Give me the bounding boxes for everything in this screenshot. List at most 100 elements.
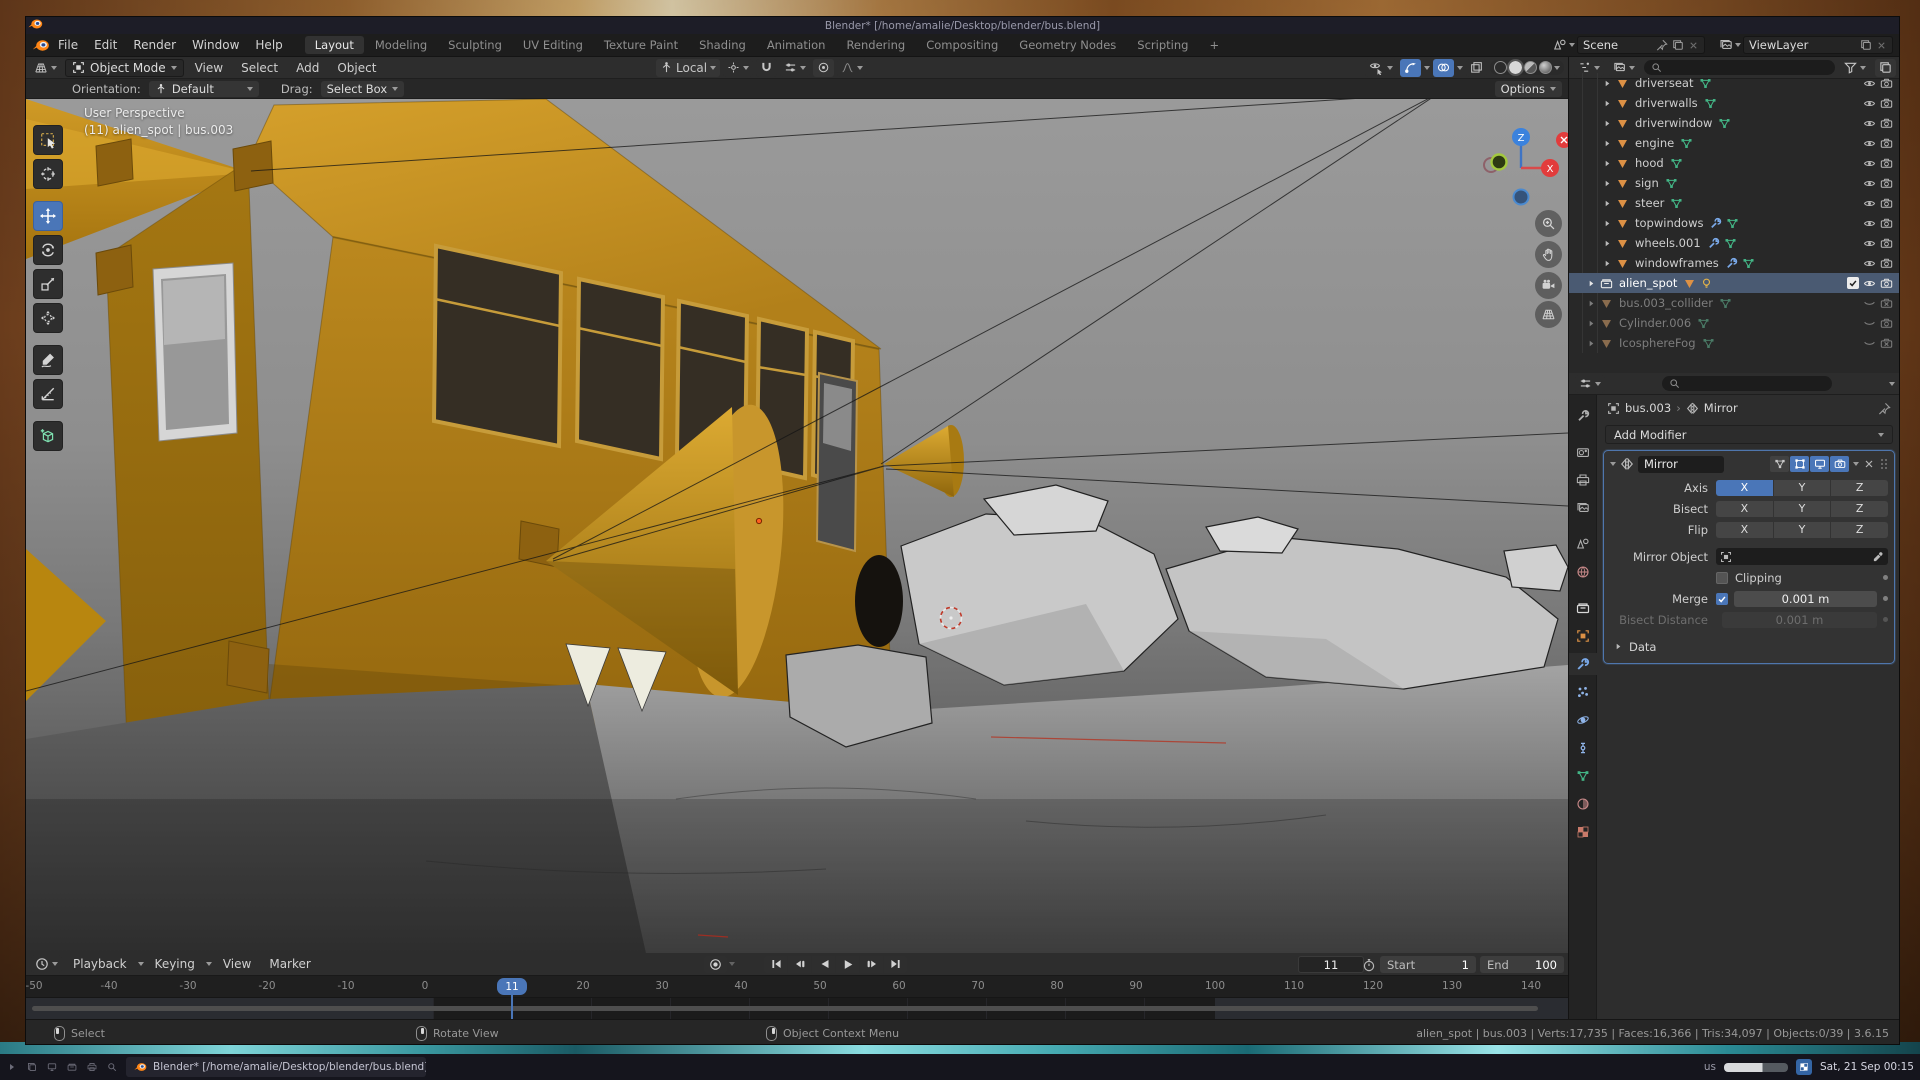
timeline-ruler[interactable]: -50 -40 -30 -20 -10 0 20 30 40 50 60 70 … <box>26 976 1568 998</box>
expand-icon[interactable] <box>1603 199 1612 208</box>
scene-name-field[interactable]: Scene <box>1577 36 1705 54</box>
menu-object[interactable]: Object <box>330 61 383 75</box>
tool-scale[interactable] <box>33 269 63 299</box>
bisect-x-button[interactable]: X <box>1716 501 1773 517</box>
breadcrumb-modifier[interactable]: Mirror <box>1704 401 1738 415</box>
transform-orientation-dropdown[interactable]: Local <box>656 59 720 77</box>
realtime-toggle[interactable] <box>1810 456 1829 472</box>
camera-disabled-icon[interactable] <box>1880 337 1893 350</box>
pivot-point-dropdown[interactable] <box>723 59 753 77</box>
tab-material[interactable] <box>1569 793 1597 815</box>
expand-icon[interactable] <box>1603 99 1612 108</box>
tab-scene[interactable] <box>1569 533 1597 555</box>
show-gizmo-visibility-dropdown[interactable] <box>1365 59 1397 77</box>
jump-to-end-button[interactable] <box>884 956 907 973</box>
outliner-item-driverwalls[interactable]: driverwalls <box>1569 93 1900 113</box>
system-slider[interactable] <box>1724 1063 1788 1072</box>
taskbar-app-icon[interactable] <box>86 1061 98 1073</box>
tool-measure[interactable] <box>33 379 63 409</box>
properties-search-input[interactable] <box>1662 376 1832 391</box>
axis-z-button[interactable]: Z <box>1831 480 1888 496</box>
menu-select[interactable]: Select <box>234 61 285 75</box>
outliner-item-icospherefog[interactable]: IcosphereFog <box>1569 333 1900 353</box>
axis-neg-z-ball[interactable] <box>1514 190 1529 205</box>
tab-world[interactable] <box>1569 561 1597 583</box>
expand-icon[interactable] <box>1603 119 1612 128</box>
scene-icon[interactable] <box>1553 38 1567 52</box>
outliner-item-wheels-001[interactable]: wheels.001 <box>1569 233 1900 253</box>
close-icon[interactable] <box>1863 458 1875 470</box>
flip-y-button[interactable]: Y <box>1774 522 1831 538</box>
tool-transform[interactable] <box>33 303 63 333</box>
taskbar-app-icon[interactable] <box>46 1061 58 1073</box>
animate-dot[interactable] <box>1883 617 1888 622</box>
eye-closed-icon[interactable] <box>1863 297 1876 310</box>
clipping-checkbox[interactable] <box>1716 572 1728 584</box>
shading-wireframe-button[interactable] <box>1494 61 1507 74</box>
outliner-item-engine[interactable]: engine <box>1569 133 1900 153</box>
tool-rotate[interactable] <box>33 235 63 265</box>
expand-icon[interactable] <box>1603 239 1612 248</box>
bisect-distance-field[interactable]: 0.001 m <box>1722 612 1877 628</box>
tab-scripting[interactable]: Scripting <box>1127 36 1198 54</box>
eye-closed-icon[interactable] <box>1863 337 1876 350</box>
menu-render[interactable]: Render <box>125 38 184 52</box>
bisect-z-button[interactable]: Z <box>1831 501 1888 517</box>
breadcrumb-object[interactable]: bus.003 <box>1625 401 1671 415</box>
proportional-falloff-dropdown[interactable] <box>837 59 867 77</box>
eye-closed-icon[interactable] <box>1863 317 1876 330</box>
tool-select-box[interactable] <box>33 125 63 155</box>
render-toggle[interactable] <box>1830 456 1849 472</box>
tool-add-cube[interactable] <box>33 421 63 451</box>
navigation-gizmo[interactable]: Z X <box>1481 124 1568 214</box>
menu-file[interactable]: File <box>50 38 86 52</box>
tab-compositing[interactable]: Compositing <box>916 36 1008 54</box>
flip-z-button[interactable]: Z <box>1831 522 1888 538</box>
expand-icon[interactable] <box>1603 159 1612 168</box>
edit-mode-toggle[interactable] <box>1790 456 1809 472</box>
overlays-toggle[interactable] <box>1433 59 1454 77</box>
gizmo-dropdown[interactable] <box>1424 66 1430 73</box>
axis-y-ball[interactable] <box>1492 155 1507 170</box>
taskbar-clock[interactable]: Sat, 21 Sep 00:15 <box>1820 1061 1914 1073</box>
eye-icon[interactable] <box>1863 177 1876 190</box>
menu-marker[interactable]: Marker <box>262 957 317 971</box>
overlays-dropdown[interactable] <box>1457 66 1463 73</box>
camera-icon[interactable] <box>1880 177 1893 190</box>
menu-window[interactable]: Window <box>184 38 247 52</box>
tab-output[interactable] <box>1569 469 1597 491</box>
tab-object-data[interactable] <box>1569 765 1597 787</box>
properties-options-dropdown[interactable] <box>1889 382 1895 389</box>
menu-add[interactable]: Add <box>289 61 326 75</box>
outliner-item-bus-003-collider[interactable]: bus.003_collider <box>1569 293 1900 313</box>
stopwatch-icon[interactable] <box>1362 958 1376 972</box>
tab-texture-paint[interactable]: Texture Paint <box>594 36 688 54</box>
close-icon[interactable] <box>1876 40 1887 51</box>
collection-checkbox[interactable] <box>1847 277 1859 289</box>
taskbar-window-button[interactable]: Blender* [/home/amalie/Desktop/blender/b… <box>126 1057 426 1077</box>
eye-icon[interactable] <box>1863 217 1876 230</box>
pin-icon[interactable] <box>1656 39 1668 51</box>
timeline-editor-type-button[interactable] <box>31 955 62 973</box>
flip-x-button[interactable]: X <box>1716 522 1773 538</box>
timeline-scrollbar[interactable] <box>32 1006 1538 1011</box>
outliner-item-windowframes[interactable]: windowframes <box>1569 253 1900 273</box>
merge-threshold-field[interactable]: 0.001 m <box>1734 591 1877 607</box>
outliner-item-driverwindow[interactable]: driverwindow <box>1569 113 1900 133</box>
close-icon[interactable] <box>1688 40 1699 51</box>
tab-rendering[interactable]: Rendering <box>836 36 915 54</box>
outliner-item-alien-spot[interactable]: alien_spot <box>1569 273 1900 293</box>
eye-icon[interactable] <box>1863 157 1876 170</box>
taskbar-app-icon[interactable] <box>106 1061 118 1073</box>
shading-dropdown[interactable] <box>1554 66 1560 73</box>
eye-icon[interactable] <box>1863 257 1876 270</box>
chevron-down-icon[interactable] <box>1569 43 1575 50</box>
proportional-editing-toggle[interactable] <box>813 59 834 77</box>
window-titlebar[interactable]: Blender* [/home/amalie/Desktop/blender/b… <box>26 17 1899 34</box>
menu-help[interactable]: Help <box>247 38 290 52</box>
expand-icon[interactable] <box>1587 339 1596 348</box>
gizmos-toggle[interactable] <box>1400 59 1421 77</box>
shading-solid-button[interactable] <box>1509 61 1522 74</box>
viewlayer-name-field[interactable]: ViewLayer <box>1743 36 1893 54</box>
pan-button[interactable] <box>1535 241 1562 268</box>
